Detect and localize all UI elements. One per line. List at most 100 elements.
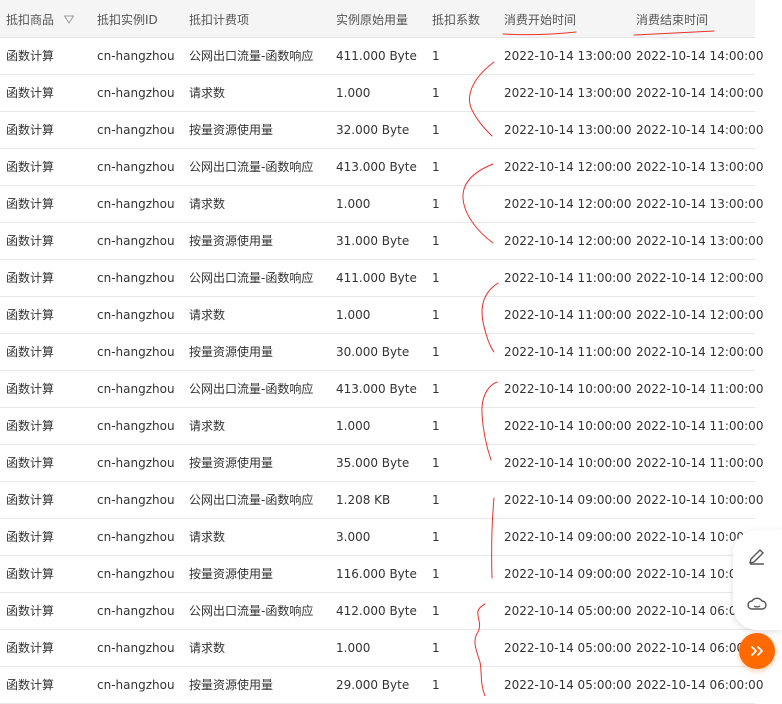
product-cell: 函数计算: [6, 271, 55, 285]
table-row[interactable]: 函数计算 cn-hangzhou 请求数 1.000 1 2022-10-14 13:00…: [0, 75, 763, 112]
usage-cell: 411.000 Byte: [336, 49, 417, 63]
header-end-time[interactable]: 消费结束时间: [636, 11, 708, 28]
usage-cell: 3.000: [336, 530, 371, 544]
expand-button[interactable]: [739, 633, 775, 669]
table-row[interactable]: 函数计算 cn-hangzhou 请求数 1.000 1 2022-10-14 12:00…: [0, 186, 763, 223]
end-time-cell: 2022-10-14 12:00:00: [636, 345, 764, 359]
table-row[interactable]: 函数计算 cn-hangzhou 按量资源使用量 30.000 Byte 1 2022-1…: [0, 334, 763, 371]
table-row[interactable]: 函数计算 cn-hangzhou 请求数 1.000 1 2022-10-14 11:00…: [0, 297, 763, 334]
coef-cell: 1: [432, 604, 440, 618]
coef-cell: 1: [432, 567, 440, 581]
header-usage: 实例原始用量: [336, 13, 409, 27]
item-cell: 公网出口流量-函数响应: [189, 493, 314, 507]
start-time-cell: 2022-10-14 12:00:00: [504, 160, 632, 174]
table-row[interactable]: 函数计算 cn-hangzhou 公网出口流量-函数响应 413.000 Byte 1 2…: [0, 371, 763, 408]
coef-cell: 1: [432, 530, 440, 544]
coef-cell: 1: [432, 678, 440, 692]
start-time-cell: 2022-10-14 09:00:00: [504, 530, 632, 544]
start-time-cell: 2022-10-14 12:00:00: [504, 197, 632, 211]
table-row[interactable]: 函数计算 cn-hangzhou 公网出口流量-函数响应 411.000 Byte 1 2…: [0, 260, 763, 297]
end-time-cell: 2022-10-14 14:00:00: [636, 86, 764, 100]
item-cell: 请求数: [189, 641, 226, 655]
product-cell: 函数计算: [6, 345, 55, 359]
product-cell: 函数计算: [6, 234, 55, 248]
instance-cell: cn-hangzhou: [97, 308, 175, 322]
coef-cell: 1: [432, 160, 440, 174]
coef-cell: 1: [432, 493, 440, 507]
product-cell: 函数计算: [6, 678, 55, 692]
instance-cell: cn-hangzhou: [97, 604, 175, 618]
header-product[interactable]: 抵扣商品: [6, 11, 75, 28]
coef-cell: 1: [432, 234, 440, 248]
instance-cell: cn-hangzhou: [97, 271, 175, 285]
usage-cell: 1.000: [336, 308, 371, 322]
start-time-cell: 2022-10-14 10:00:00: [504, 419, 632, 433]
end-time-cell: 2022-10-14 11:00:00: [636, 419, 764, 433]
start-time-cell: 2022-10-14 13:00:00: [504, 123, 632, 137]
table-row[interactable]: 函数计算 cn-hangzhou 请求数 1.000 1 2022-10-14 10:00…: [0, 408, 763, 445]
item-cell: 公网出口流量-函数响应: [189, 271, 314, 285]
product-cell: 函数计算: [6, 567, 55, 581]
coef-cell: 1: [432, 382, 440, 396]
table-row[interactable]: 函数计算 cn-hangzhou 请求数 1.000 1 2022-10-14 05:00…: [0, 630, 763, 667]
table-row[interactable]: 函数计算 cn-hangzhou 公网出口流量-函数响应 412.000 Byte 1 2…: [0, 593, 763, 630]
product-cell: 函数计算: [6, 86, 55, 100]
table-header: 抵扣商品 抵扣实例ID 抵扣计费项 实例原始用量 抵扣系数 消费开始时间 消费结…: [0, 0, 755, 38]
instance-cell: cn-hangzhou: [97, 530, 175, 544]
start-time-cell: 2022-10-14 09:00:00: [504, 567, 632, 581]
coef-cell: 1: [432, 197, 440, 211]
cloud-feedback-icon[interactable]: [745, 592, 769, 616]
table-row[interactable]: 函数计算 cn-hangzhou 按量资源使用量 31.000 Byte 1 2022-1…: [0, 223, 763, 260]
table-row[interactable]: 函数计算 cn-hangzhou 按量资源使用量 35.000 Byte 1 2022-1…: [0, 445, 763, 482]
product-cell: 函数计算: [6, 456, 55, 470]
instance-cell: cn-hangzhou: [97, 419, 175, 433]
item-cell: 按量资源使用量: [189, 678, 274, 692]
coef-cell: 1: [432, 345, 440, 359]
instance-cell: cn-hangzhou: [97, 49, 175, 63]
end-time-cell: 2022-10-14 11:00:00: [636, 382, 764, 396]
item-cell: 请求数: [189, 530, 226, 544]
table-row[interactable]: 函数计算 cn-hangzhou 公网出口流量-函数响应 413.000 Byte 1 2…: [0, 149, 763, 186]
coef-cell: 1: [432, 641, 440, 655]
table-row[interactable]: 函数计算 cn-hangzhou 按量资源使用量 116.000 Byte 1 2022-…: [0, 556, 763, 593]
usage-cell: 29.000 Byte: [336, 678, 410, 692]
table-row[interactable]: 函数计算 cn-hangzhou 公网出口流量-函数响应 1.208 KB 1 2022-…: [0, 482, 763, 519]
table-row[interactable]: 函数计算 cn-hangzhou 按量资源使用量 29.000 Byte 1 2022-1…: [0, 667, 763, 704]
end-time-cell: 2022-10-14 11:00:00: [636, 456, 764, 470]
start-time-cell: 2022-10-14 13:00:00: [504, 49, 632, 63]
instance-cell: cn-hangzhou: [97, 382, 175, 396]
start-time-cell: 2022-10-14 12:00:00: [504, 234, 632, 248]
instance-cell: cn-hangzhou: [97, 641, 175, 655]
start-time-cell: 2022-10-14 05:00:00: [504, 641, 632, 655]
header-coef: 抵扣系数: [432, 13, 481, 27]
item-cell: 请求数: [189, 419, 226, 433]
instance-cell: cn-hangzhou: [97, 160, 175, 174]
start-time-cell: 2022-10-14 11:00:00: [504, 345, 632, 359]
table-row[interactable]: 函数计算 cn-hangzhou 请求数 3.000 1 2022-10-14 09:00…: [0, 519, 763, 556]
header-start-time[interactable]: 消费开始时间: [504, 11, 576, 28]
instance-cell: cn-hangzhou: [97, 678, 175, 692]
item-cell: 按量资源使用量: [189, 567, 274, 581]
start-time-cell: 2022-10-14 05:00:00: [504, 604, 632, 618]
instance-cell: cn-hangzhou: [97, 86, 175, 100]
usage-cell: 30.000 Byte: [336, 345, 410, 359]
coef-cell: 1: [432, 271, 440, 285]
usage-cell: 32.000 Byte: [336, 123, 410, 137]
item-cell: 按量资源使用量: [189, 456, 274, 470]
end-time-cell: 2022-10-14 12:00:00: [636, 308, 764, 322]
double-chevron-right-icon: [751, 646, 763, 656]
item-cell: 公网出口流量-函数响应: [189, 382, 314, 396]
table-row[interactable]: 函数计算 cn-hangzhou 按量资源使用量 32.000 Byte 1 2022-1…: [0, 112, 763, 149]
edit-icon[interactable]: [745, 544, 769, 568]
floating-tool-panel: [733, 530, 782, 630]
end-time-cell: 2022-10-14 10:00:00: [636, 493, 764, 507]
header-product-label: 抵扣商品: [6, 13, 55, 27]
product-cell: 函数计算: [6, 641, 55, 655]
start-time-cell: 2022-10-14 11:00:00: [504, 271, 632, 285]
item-cell: 请求数: [189, 197, 226, 211]
item-cell: 按量资源使用量: [189, 234, 274, 248]
product-cell: 函数计算: [6, 530, 55, 544]
start-time-cell: 2022-10-14 10:00:00: [504, 456, 632, 470]
filter-icon[interactable]: [63, 14, 75, 28]
table-row[interactable]: 函数计算 cn-hangzhou 公网出口流量-函数响应 411.000 Byte 1 2…: [0, 38, 763, 75]
